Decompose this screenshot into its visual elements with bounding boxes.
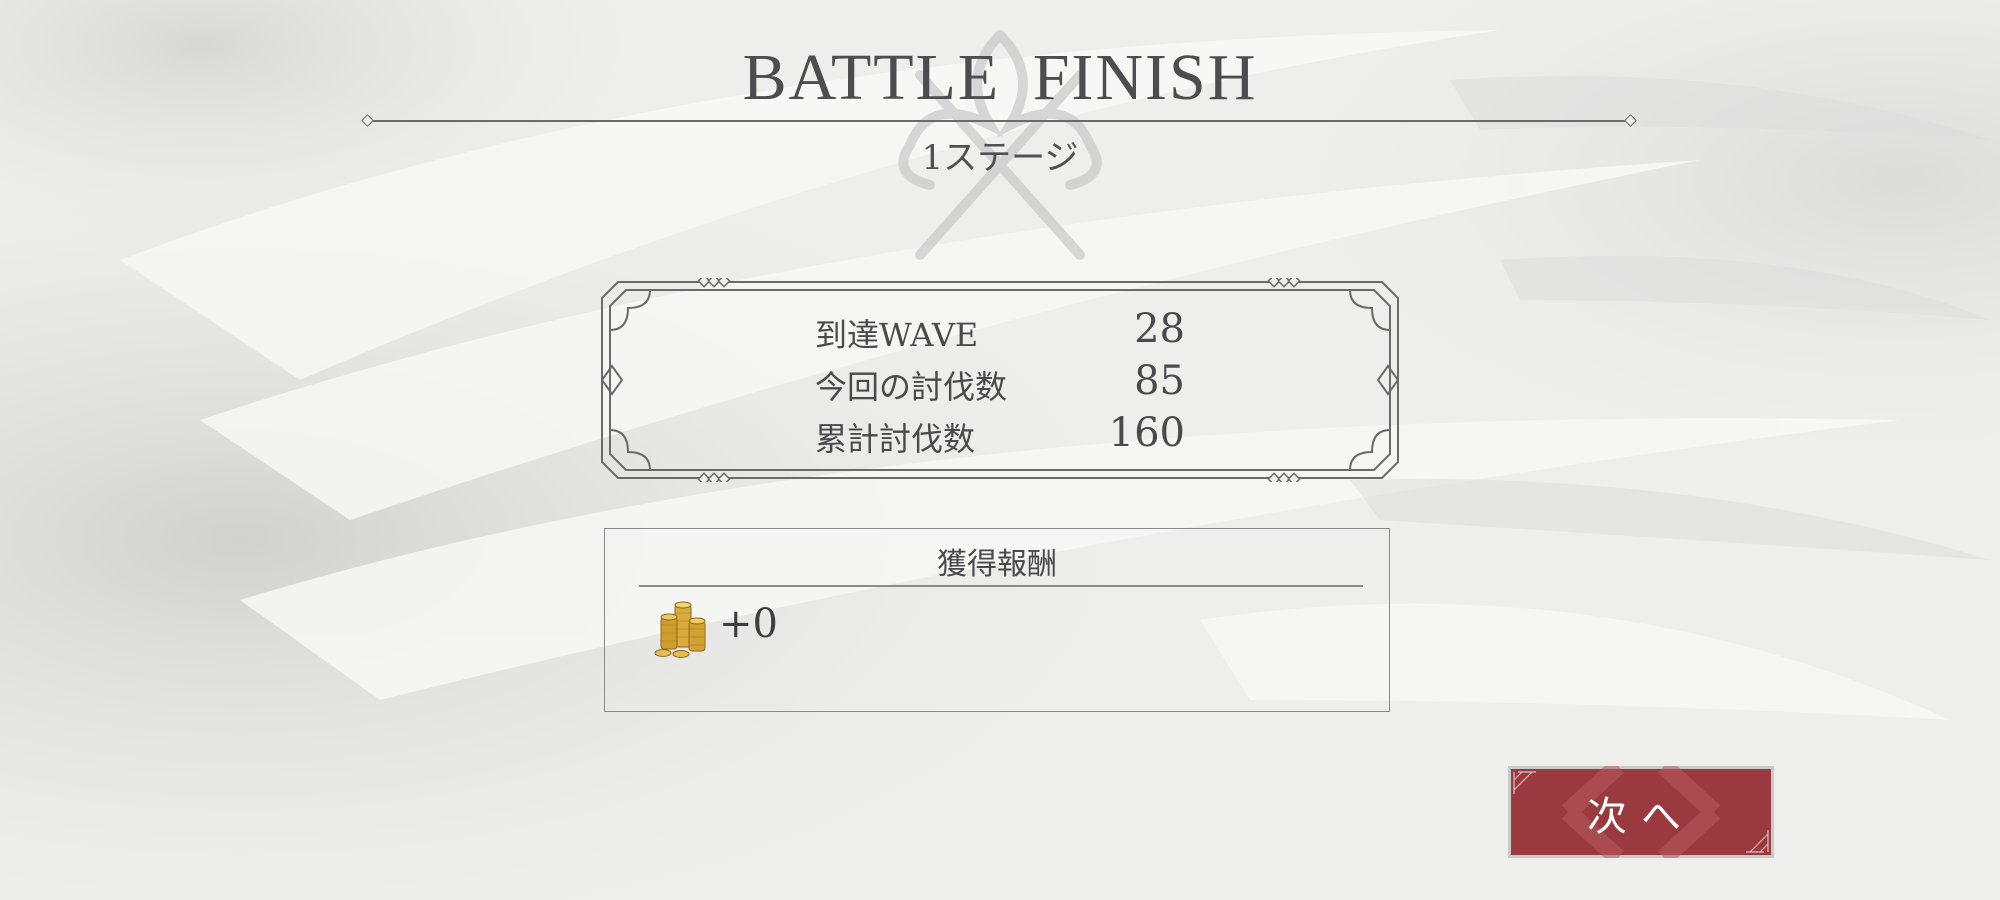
- stat-row-wave: 到達WAVE 28: [800, 306, 1190, 356]
- gold-coins-icon: [654, 601, 706, 658]
- stat-row-kills: 今回の討伐数 85: [800, 358, 1190, 408]
- reward-gold-amount: +0: [719, 601, 778, 647]
- stat-value-total-kills: 160: [1108, 410, 1185, 456]
- next-button-label: 次へ: [1587, 794, 1695, 840]
- stat-label-kills: 今回の討伐数: [815, 368, 1008, 406]
- title-divider: [368, 120, 1632, 122]
- reward-divider: [639, 585, 1363, 587]
- stat-value-kills: 85: [1134, 358, 1185, 404]
- reward-panel: 獲得報酬 +0: [604, 528, 1390, 712]
- stat-label-wave: 到達WAVE: [815, 316, 979, 354]
- stage-label: 1ステージ: [921, 138, 1079, 178]
- stat-value-wave: 28: [1134, 306, 1185, 352]
- stat-row-total-kills: 累計討伐数 160: [800, 410, 1190, 460]
- next-button[interactable]: 次へ: [1508, 766, 1774, 858]
- page-title: BATTLE FINISH: [742, 41, 1258, 114]
- stat-label-total-kills: 累計討伐数: [815, 420, 976, 458]
- reward-title: 獲得報酬: [937, 547, 1057, 582]
